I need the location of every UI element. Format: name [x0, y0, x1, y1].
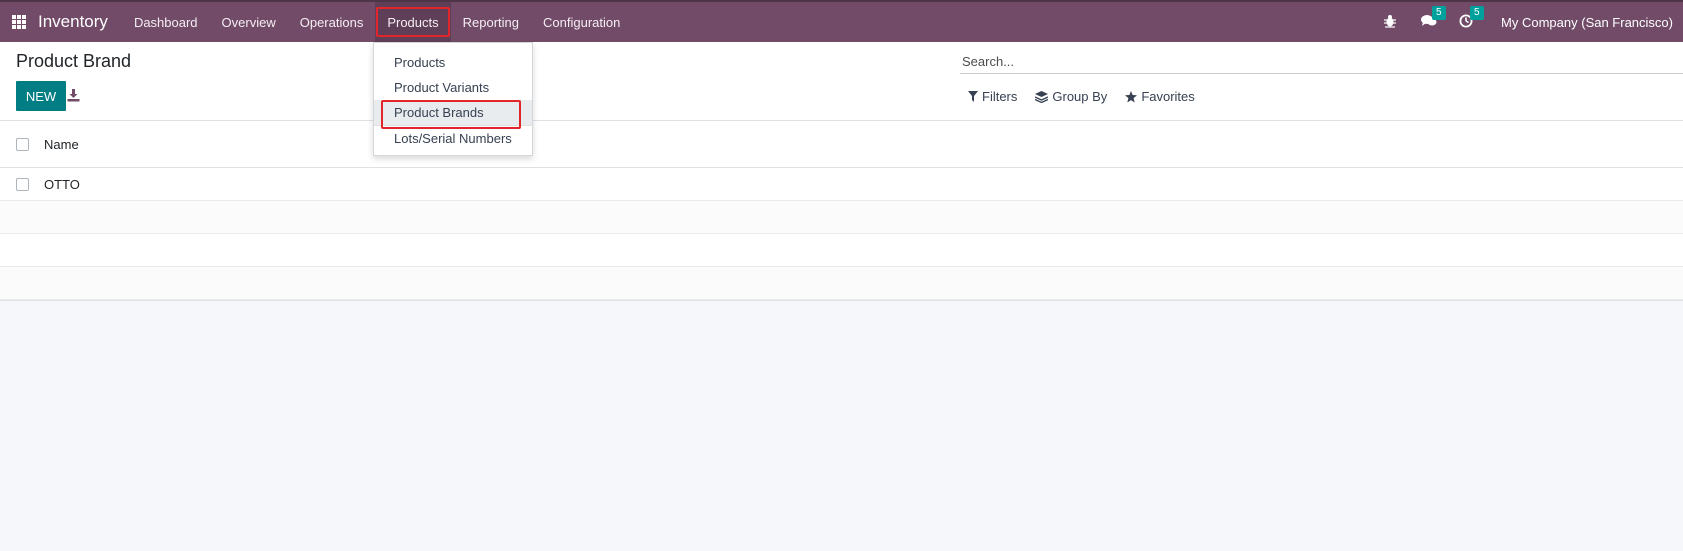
- menu-configuration[interactable]: Configuration: [531, 2, 632, 42]
- group-by-button[interactable]: Group By: [1035, 89, 1107, 104]
- search-options: Filters Group By Favorites: [968, 89, 1213, 104]
- list-header: Name: [0, 121, 1683, 168]
- products-dropdown-menu: Products Product Variants Product Brands…: [373, 42, 533, 156]
- dropdown-item-products[interactable]: Products: [374, 50, 532, 75]
- new-button[interactable]: NEW: [16, 81, 66, 111]
- favorites-button[interactable]: Favorites: [1125, 89, 1195, 104]
- app-name[interactable]: Inventory: [38, 12, 108, 32]
- menu-overview[interactable]: Overview: [210, 2, 288, 42]
- row-checkbox[interactable]: [16, 177, 29, 191]
- page-title: Product Brand: [16, 51, 132, 71]
- dropdown-item-product-brands[interactable]: Product Brands: [374, 100, 532, 129]
- list-view: Name OTTO: [0, 121, 1683, 301]
- company-switcher[interactable]: My Company (San Francisco): [1501, 15, 1673, 30]
- empty-row: [0, 234, 1683, 267]
- top-navbar: Inventory Dashboard Overview Operations …: [0, 0, 1683, 42]
- star-icon: [1125, 90, 1138, 102]
- menu-dashboard[interactable]: Dashboard: [122, 2, 210, 42]
- search-input[interactable]: [960, 50, 1683, 72]
- navbar-systray: 5 5 My Company (San Francisco): [1383, 2, 1683, 42]
- empty-row: [0, 267, 1683, 300]
- menu-reporting[interactable]: Reporting: [451, 2, 531, 42]
- download-icon[interactable]: [67, 89, 80, 105]
- filters-button[interactable]: Filters: [968, 89, 1017, 104]
- messages-badge: 5: [1432, 6, 1446, 20]
- menu-products[interactable]: Products: [375, 2, 451, 42]
- apps-grid-icon[interactable]: [12, 15, 26, 29]
- messages-icon[interactable]: 5: [1421, 6, 1446, 30]
- filters-label: Filters: [982, 89, 1018, 104]
- empty-row: [0, 201, 1683, 234]
- favorites-label: Favorites: [1141, 89, 1195, 104]
- dropdown-item-product-variants[interactable]: Product Variants: [374, 75, 532, 100]
- menu-operations[interactable]: Operations: [288, 2, 376, 42]
- activities-clock-icon[interactable]: 5: [1459, 6, 1484, 30]
- activities-badge: 5: [1470, 6, 1484, 20]
- filter-funnel-icon: [968, 91, 978, 102]
- select-all-checkbox[interactable]: [16, 137, 29, 151]
- bug-icon[interactable]: [1383, 14, 1399, 30]
- table-row[interactable]: OTTO: [0, 168, 1683, 201]
- layers-icon: [1035, 90, 1049, 103]
- row-name-cell: OTTO: [44, 176, 80, 192]
- column-header-name[interactable]: Name: [44, 137, 79, 152]
- control-panel: Product Brand NEW Filters Group By: [0, 42, 1683, 121]
- dropdown-item-lots-serial-numbers[interactable]: Lots/Serial Numbers: [374, 126, 532, 151]
- group-by-label: Group By: [1052, 89, 1108, 104]
- search-bar: [960, 50, 1683, 74]
